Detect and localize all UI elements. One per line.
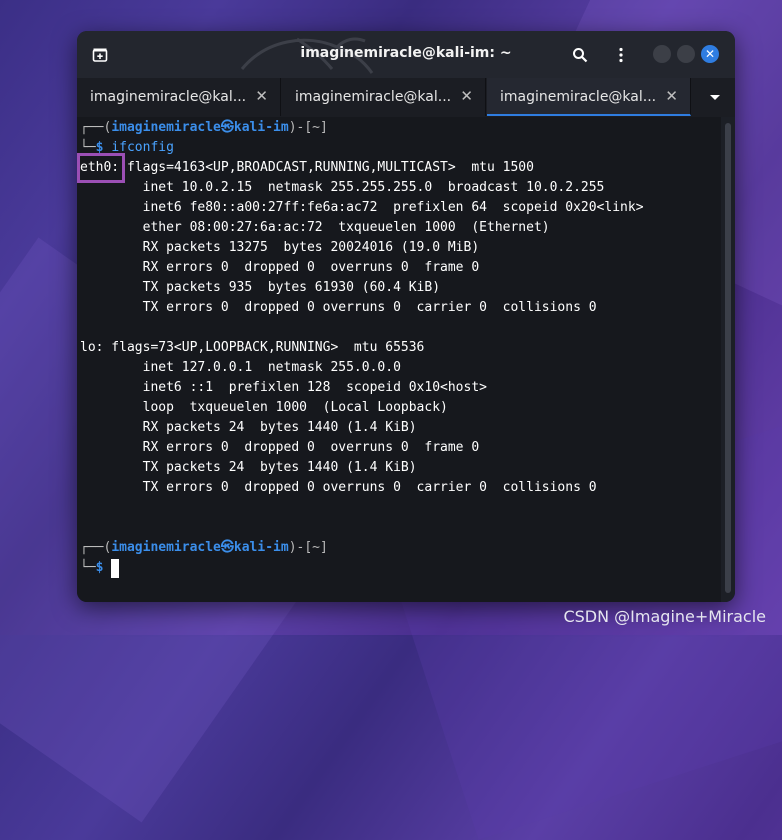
menu-button[interactable] [609, 43, 633, 67]
output-line: lo: flags=73<UP,LOOPBACK,RUNNING> mtu 65… [80, 340, 425, 355]
tab-close-icon[interactable]: ✕ [460, 87, 473, 105]
search-icon [573, 48, 588, 63]
scrollbar-thumb[interactable] [725, 123, 731, 593]
vertical-scrollbar[interactable] [721, 117, 735, 602]
output-line: RX packets 13275 bytes 20024016 (19.0 Mi… [80, 240, 480, 255]
output-line: TX errors 0 dropped 0 overruns 0 carrier… [80, 300, 597, 315]
terminal-window: imaginemiracle@kali-im: ~ ✕ imaginemirac… [77, 31, 735, 602]
terminal-output[interactable]: ┌──(imaginemiracle㉿kali-im)-[~] └─$ ifco… [77, 117, 721, 602]
window-title: imaginemiracle@kali-im: ~ [300, 45, 512, 61]
tab-3[interactable]: imaginemiracle@kal... ✕ [487, 78, 691, 116]
tab-label: imaginemiracle@kal... [500, 89, 657, 105]
search-button[interactable] [568, 43, 592, 67]
output-line: TX errors 0 dropped 0 overruns 0 carrier… [80, 480, 597, 495]
maximize-button[interactable] [677, 45, 695, 63]
tab-label: imaginemiracle@kal... [295, 89, 452, 105]
prompt-line: ┌──(imaginemiracle㉿kali-im)-[~] [80, 540, 328, 555]
tab-list-dropdown[interactable] [695, 86, 735, 110]
tab-close-icon[interactable]: ✕ [665, 87, 678, 105]
tab-2[interactable]: imaginemiracle@kal... ✕ [282, 78, 486, 116]
titlebar: imaginemiracle@kali-im: ~ ✕ [77, 31, 735, 78]
output-line: inet 10.0.2.15 netmask 255.255.255.0 bro… [80, 180, 605, 195]
input-line: └─$ [80, 560, 104, 575]
tab-close-icon[interactable]: ✕ [255, 87, 268, 105]
tab-1[interactable]: imaginemiracle@kal... ✕ [77, 78, 281, 116]
close-button[interactable]: ✕ [701, 45, 719, 63]
output-line: inet6 fe80::a00:27ff:fe6a:ac72 prefixlen… [80, 200, 644, 215]
close-icon: ✕ [704, 47, 716, 61]
menu-icon [619, 47, 623, 63]
output-line: TX packets 24 bytes 1440 (1.4 KiB) [80, 460, 417, 475]
watermark: CSDN @Imagine+Miracle [563, 607, 766, 626]
output-line: inet6 ::1 prefixlen 128 scopeid 0x10<hos… [80, 380, 487, 395]
output-line: inet 127.0.0.1 netmask 255.0.0.0 [80, 360, 401, 375]
output-line: eth0: flags=4163<UP,BROADCAST,RUNNING,MU… [80, 160, 534, 175]
output-line: loop txqueuelen 1000 (Local Loopback) [80, 400, 448, 415]
output-line: TX packets 935 bytes 61930 (60.4 KiB) [80, 280, 441, 295]
tab-label: imaginemiracle@kal... [90, 89, 247, 105]
chevron-down-icon [710, 95, 720, 100]
output-line: ether 08:00:27:6a:ac:72 txqueuelen 1000 … [80, 220, 550, 235]
output-line: RX errors 0 dropped 0 overruns 0 frame 0 [80, 440, 480, 455]
eth0-highlight-box [77, 153, 125, 183]
output-line: RX errors 0 dropped 0 overruns 0 frame 0 [80, 260, 480, 275]
minimize-button[interactable] [653, 45, 671, 63]
tab-bar: imaginemiracle@kal... ✕ imaginemiracle@k… [77, 78, 735, 118]
output-line: RX packets 24 bytes 1440 (1.4 KiB) [80, 420, 417, 435]
text-cursor [111, 559, 119, 578]
prompt-line: ┌──(imaginemiracle㉿kali-im)-[~] [80, 120, 328, 135]
